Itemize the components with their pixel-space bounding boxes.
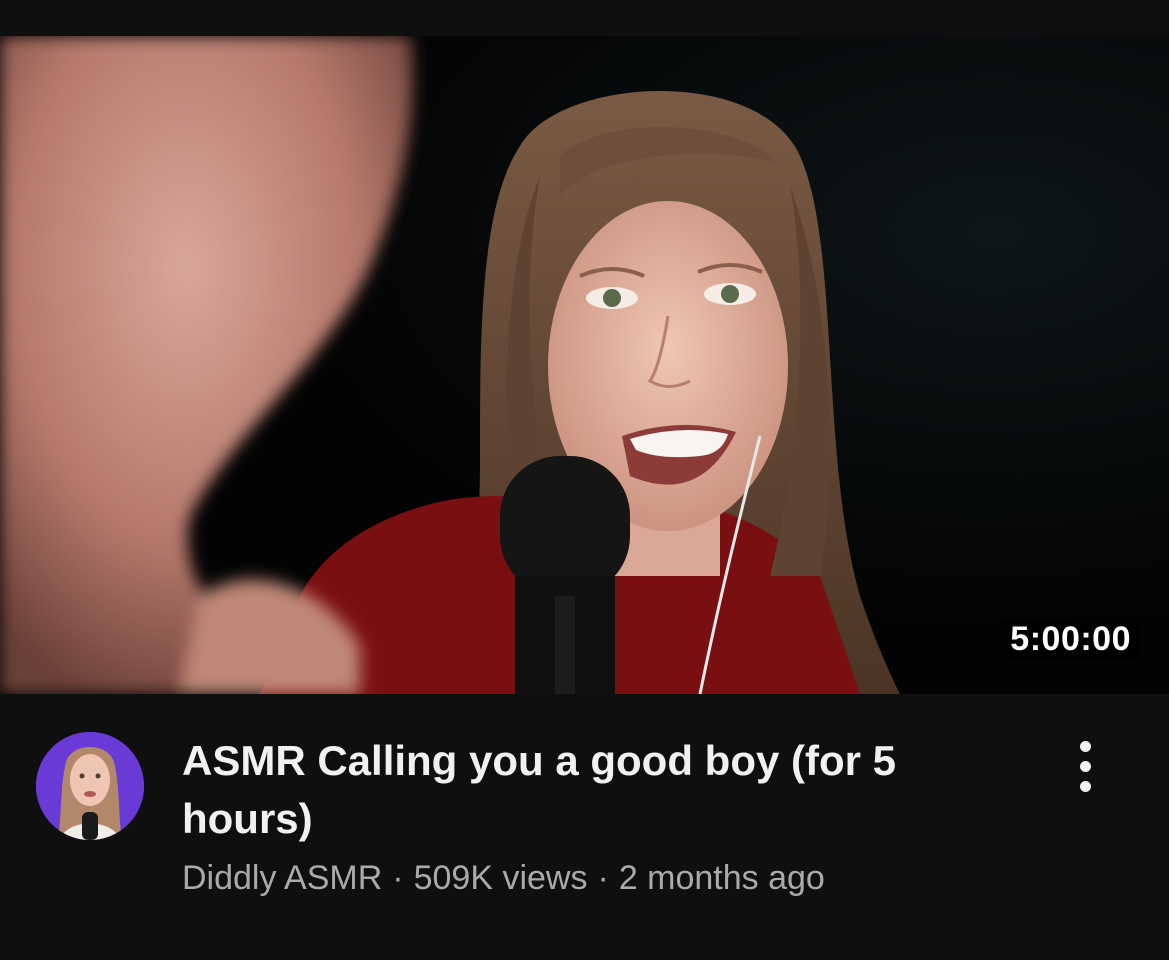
video-subline: Diddly ASMR · 509K views · 2 months ago xyxy=(182,858,1082,898)
top-bar xyxy=(0,0,1169,36)
separator-dot: · xyxy=(597,859,609,897)
separator-dot: · xyxy=(392,859,404,897)
video-thumbnail[interactable]: 5:00:00 xyxy=(0,36,1169,694)
channel-avatar[interactable] xyxy=(36,732,144,840)
channel-name[interactable]: Diddly ASMR xyxy=(182,859,382,897)
video-meta: ASMR Calling you a good boy (for 5 hours… xyxy=(0,694,1169,960)
view-count: 509K views xyxy=(413,859,588,897)
duration-badge: 5:00:00 xyxy=(1002,618,1139,660)
more-options-button[interactable] xyxy=(1062,734,1108,798)
video-title[interactable]: ASMR Calling you a good boy (for 5 hours… xyxy=(182,732,1012,848)
upload-age: 2 months ago xyxy=(618,859,825,897)
thumbnail-image xyxy=(0,36,1169,694)
more-vert-icon xyxy=(1079,740,1091,792)
avatar-image xyxy=(36,732,144,840)
